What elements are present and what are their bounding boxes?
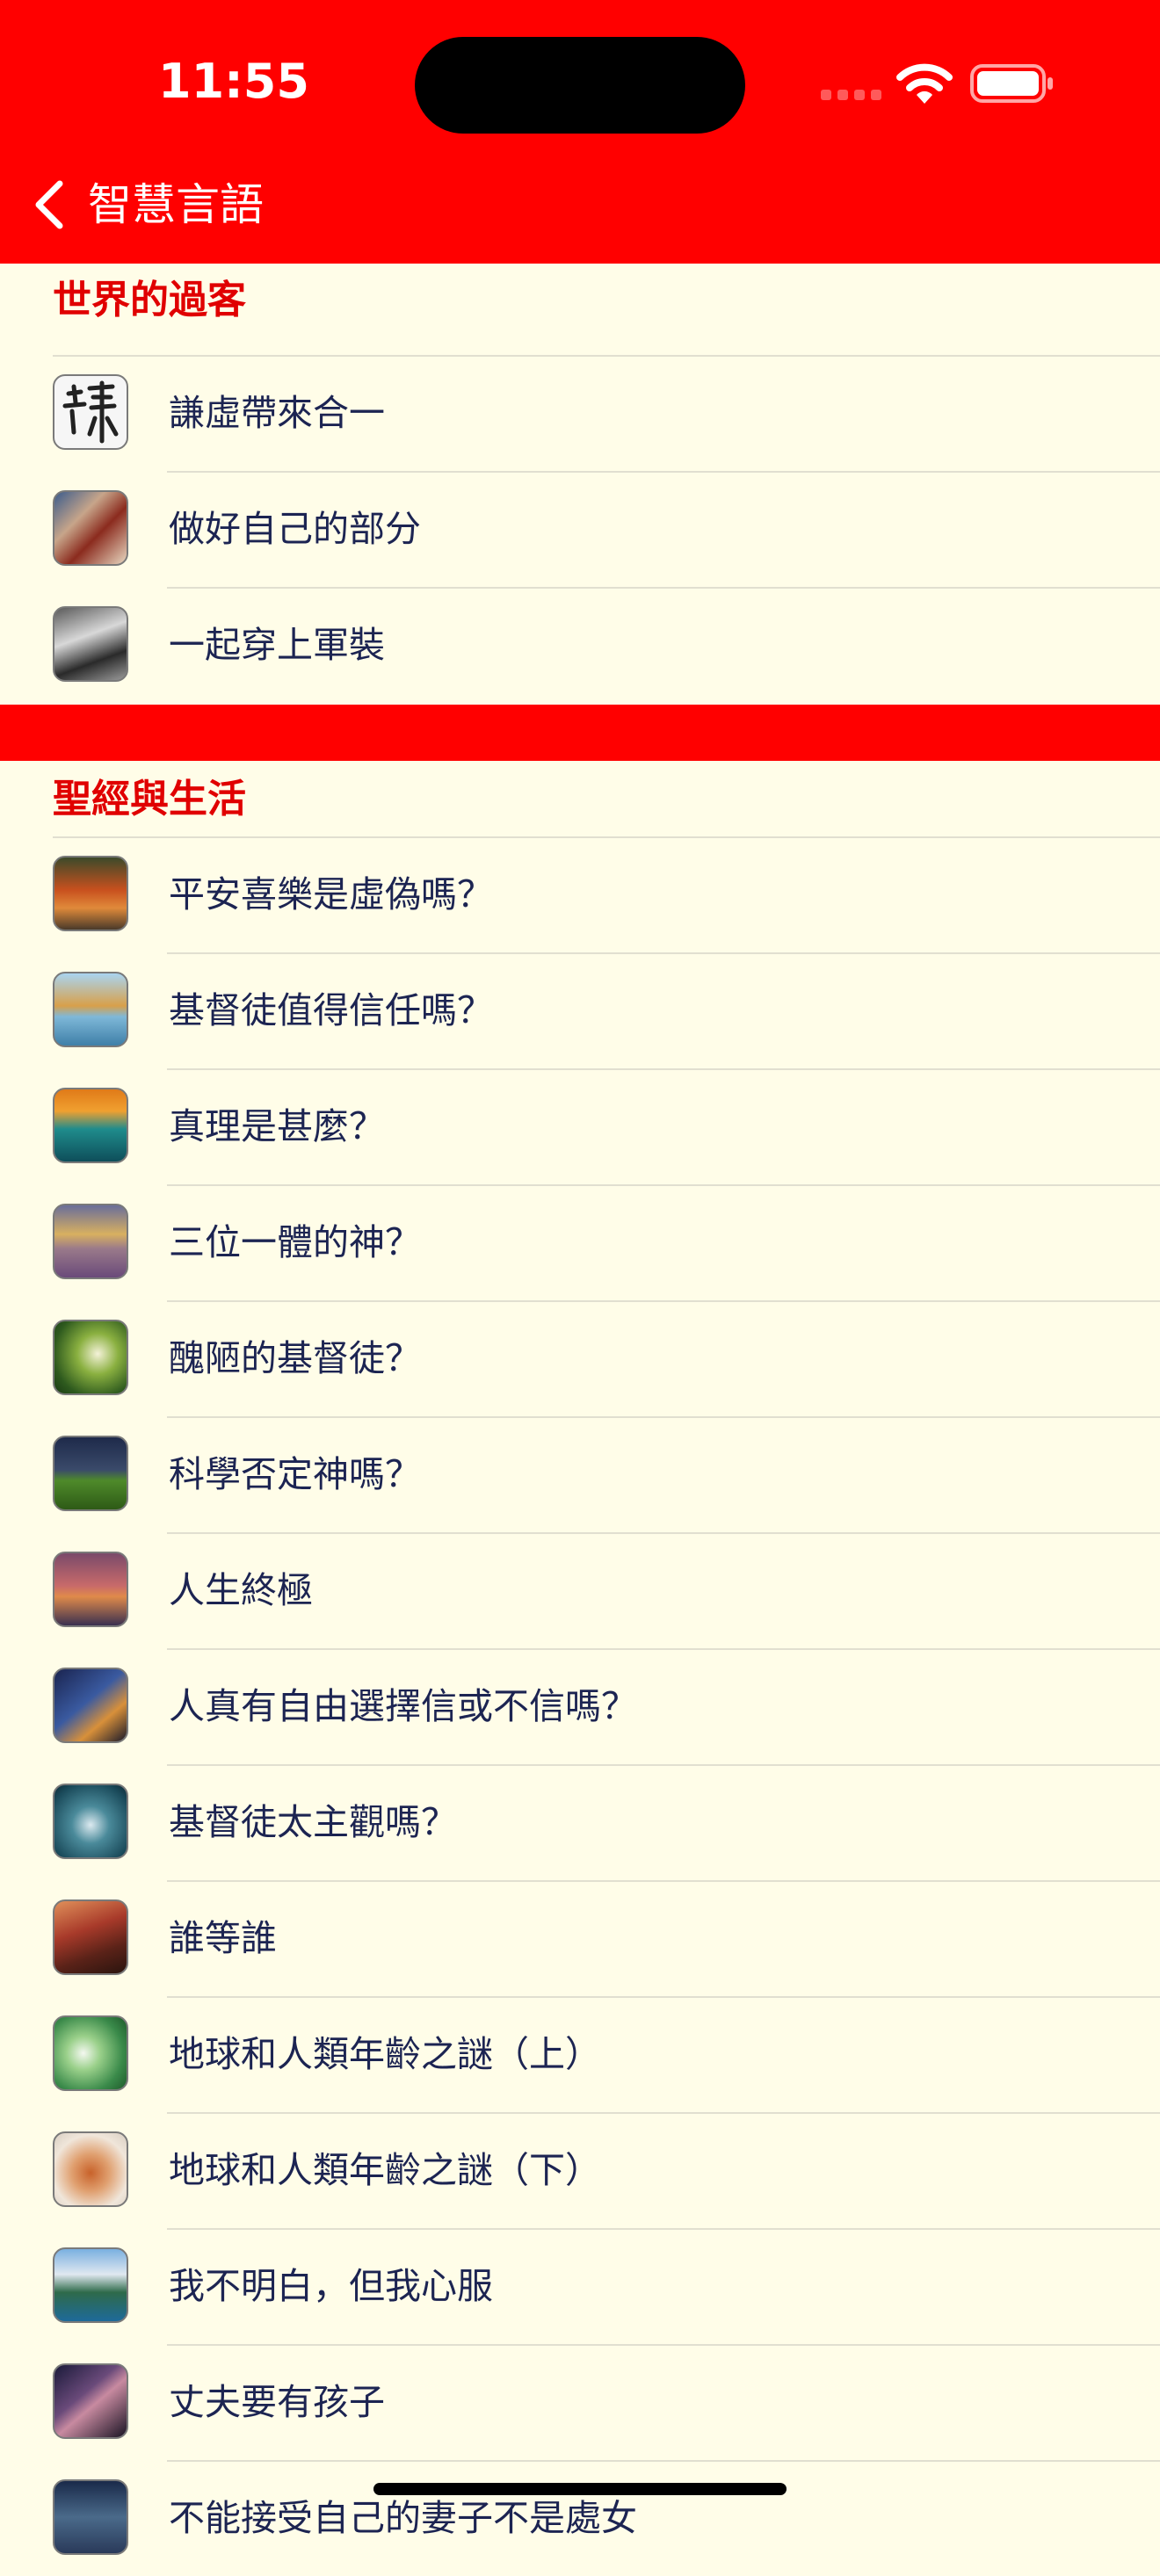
back-chevron-icon[interactable] — [32, 178, 67, 231]
list-item[interactable]: 一起穿上軍裝 — [0, 587, 1160, 703]
autumn-road-thumbnail — [53, 856, 128, 931]
green-hill-thumbnail — [53, 1436, 128, 1511]
row-separator — [167, 1068, 1160, 1070]
list-item-label: 一起穿上軍裝 — [169, 624, 385, 666]
row-separator — [167, 1996, 1160, 1998]
row-separator — [167, 952, 1160, 954]
section-divider-band — [0, 705, 1160, 761]
wifi-icon — [896, 63, 953, 104]
status-bar: 11:55 — [0, 0, 1160, 141]
white-flower-thumbnail — [53, 2015, 128, 2091]
row-separator — [167, 1184, 1160, 1186]
row-separator — [167, 587, 1160, 589]
list-item[interactable]: 基督徒太主觀嗎？ — [0, 1764, 1160, 1880]
list-item[interactable]: 醜陋的基督徒？ — [0, 1300, 1160, 1416]
forest-path-thumbnail — [53, 1899, 128, 1975]
cellular-signal-icon — [821, 90, 882, 102]
list-item[interactable]: 做好自己的部分 — [0, 471, 1160, 587]
row-separator — [53, 836, 1160, 838]
list-item-label: 丈夫要有孩子 — [169, 2381, 385, 2423]
page-title: 智慧言語 — [88, 179, 264, 230]
row-separator — [167, 1648, 1160, 1650]
mountain-field-thumbnail — [53, 1204, 128, 1279]
list-item-label: 地球和人類年齡之謎（下） — [169, 2149, 601, 2191]
list-item-label: 醜陋的基督徒？ — [169, 1337, 421, 1379]
list-item[interactable]: 誰等誰 — [0, 1880, 1160, 1996]
fox-thumbnail — [53, 2131, 128, 2207]
row-separator — [167, 1416, 1160, 1418]
row-separator — [167, 471, 1160, 473]
row-separator — [167, 1764, 1160, 1766]
list-item-label: 謙虛帶來合一 — [169, 392, 385, 434]
list-item[interactable]: 三位一體的神？ — [0, 1184, 1160, 1300]
list-item[interactable]: 科學否定神嗎？ — [0, 1416, 1160, 1532]
dynamic-island — [415, 37, 745, 134]
list-item-label: 平安喜樂是虛偽嗎？ — [169, 873, 493, 915]
list-item[interactable]: 不能接受自己的妻子不是處女 — [0, 2460, 1160, 2576]
list-item-label: 真理是甚麼？ — [169, 1105, 385, 1147]
home-indicator[interactable] — [373, 2483, 787, 2495]
list-item[interactable]: 人真有自由選擇信或不信嗎？ — [0, 1648, 1160, 1764]
row-separator — [167, 2112, 1160, 2114]
row-separator — [167, 2460, 1160, 2462]
list-item[interactable]: 平安喜樂是虛偽嗎？ — [0, 836, 1160, 952]
sunset-sea-thumbnail — [53, 1552, 128, 1627]
battery-icon — [970, 64, 1053, 103]
list-item[interactable]: 謙虛帶來合一 — [0, 355, 1160, 471]
list-item-label: 人生終極 — [169, 1569, 313, 1611]
list-item-label: 誰等誰 — [169, 1917, 277, 1959]
status-time: 11:55 — [158, 54, 309, 109]
section-header: 世界的過客 — [53, 278, 246, 322]
list-item-label: 人真有自由選擇信或不信嗎？ — [169, 1685, 637, 1727]
water-drop-thumbnail — [53, 1784, 128, 1859]
list-item-label: 不能接受自己的妻子不是處女 — [169, 2497, 637, 2539]
mountain-lake-thumbnail — [53, 2247, 128, 2323]
list-item[interactable]: 地球和人類年齡之謎（上） — [0, 1996, 1160, 2112]
row-separator — [167, 1300, 1160, 1302]
list-item[interactable]: 地球和人類年齡之謎（下） — [0, 2112, 1160, 2228]
list-item[interactable]: 真理是甚麼？ — [0, 1068, 1160, 1184]
people-thumbnail — [53, 490, 128, 566]
list-item[interactable]: 人生終極 — [0, 1532, 1160, 1648]
section-header: 聖經與生活 — [53, 777, 246, 821]
night-sky-thumbnail — [53, 1668, 128, 1743]
list-item[interactable]: 基督徒值得信任嗎？ — [0, 952, 1160, 1068]
list-item-label: 科學否定神嗎？ — [169, 1453, 421, 1495]
list-item-label: 我不明白，但我心服 — [169, 2265, 493, 2307]
row-separator — [167, 1880, 1160, 1882]
lake-reflection-thumbnail — [53, 972, 128, 1047]
row-separator — [53, 355, 1160, 357]
list-item[interactable]: 丈夫要有孩子 — [0, 2344, 1160, 2460]
list-item[interactable]: 我不明白，但我心服 — [0, 2228, 1160, 2344]
row-separator — [167, 1532, 1160, 1534]
list-item-label: 地球和人類年齡之謎（上） — [169, 2033, 601, 2075]
row-separator — [167, 2344, 1160, 2346]
teal-tree-thumbnail — [53, 1088, 128, 1163]
milky-way-thumbnail — [53, 2363, 128, 2439]
butterfly-thumbnail — [53, 1320, 128, 1395]
soldier-thumbnail — [53, 606, 128, 682]
list-item-label: 基督徒值得信任嗎？ — [169, 989, 493, 1031]
dark-sky-thumbnail — [53, 2479, 128, 2555]
list-item-label: 三位一體的神？ — [169, 1221, 421, 1263]
list-item-label: 做好自己的部分 — [169, 508, 421, 550]
navigation-bar: 智慧言語 — [0, 141, 1160, 264]
list-item-label: 基督徒太主觀嗎？ — [169, 1801, 457, 1843]
row-separator — [167, 2228, 1160, 2230]
calligraphy-thumbnail — [53, 374, 128, 450]
